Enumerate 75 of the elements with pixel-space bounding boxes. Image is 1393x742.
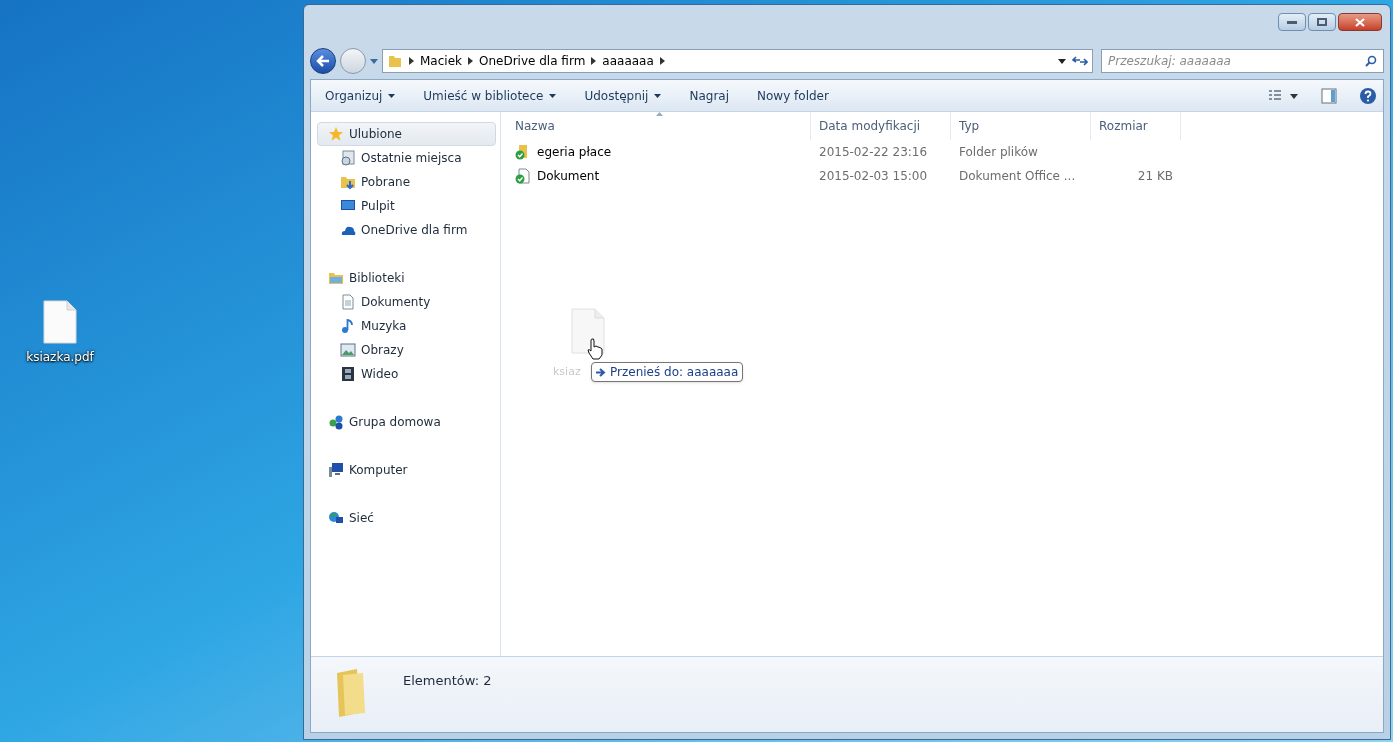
help-icon[interactable] bbox=[1359, 86, 1377, 105]
toolbar-button[interactable]: Nowy folder bbox=[749, 83, 837, 108]
dragged-file-icon bbox=[571, 308, 605, 354]
toolbar-button[interactable]: Nagraj bbox=[681, 83, 738, 108]
column-header[interactable]: Typ bbox=[951, 112, 1091, 140]
chevron-icon bbox=[409, 57, 414, 65]
hand-cursor-icon bbox=[587, 338, 603, 360]
file-name[interactable]: ksiazka.pdf bbox=[26, 348, 94, 366]
address-bar[interactable]: Maciek OneDrive dla firm aaaaaaa bbox=[382, 49, 1093, 73]
dropdown-caret-icon[interactable] bbox=[1058, 58, 1066, 64]
search-field[interactable]: Przeszukaj: aaaaaaa bbox=[1101, 49, 1384, 73]
chevron-icon bbox=[591, 57, 597, 65]
sidebar-item[interactable]: Dokumenty bbox=[317, 290, 496, 314]
caret-icon bbox=[388, 93, 396, 98]
refresh-icon[interactable] bbox=[1072, 54, 1088, 68]
sidebar-item[interactable]: Biblioteki bbox=[317, 266, 496, 290]
maximize-button[interactable] bbox=[1308, 13, 1336, 31]
sidebar-item[interactable]: Pulpit bbox=[317, 194, 496, 218]
breadcrumb[interactable]: aaaaaaa bbox=[602, 52, 654, 70]
table-cell-text: Dokument Office ... bbox=[958, 168, 1077, 185]
picture-icon bbox=[340, 342, 356, 358]
file-icon bbox=[43, 300, 77, 344]
download-folder-icon bbox=[340, 174, 356, 190]
computer-icon bbox=[328, 462, 344, 478]
sidebar-item[interactable]: Komputer bbox=[317, 458, 496, 482]
sidebar-item[interactable]: Grupa domowa bbox=[317, 410, 496, 434]
item-count: Elementów: 2 bbox=[403, 672, 492, 690]
library-folder-icon bbox=[328, 270, 344, 286]
caret-icon bbox=[549, 93, 557, 98]
sidebar-item[interactable]: Pobrane bbox=[317, 170, 496, 194]
back-arrow-icon bbox=[316, 55, 330, 67]
sidebar-item[interactable]: OneDrive dla firm bbox=[317, 218, 496, 242]
sidebar-item[interactable]: Obrazy bbox=[317, 338, 496, 362]
music-note-icon bbox=[340, 318, 356, 334]
clock-document-icon bbox=[340, 150, 356, 166]
file-name[interactable]: Dokument bbox=[537, 167, 600, 185]
sidebar-item[interactable]: Wideo bbox=[317, 362, 496, 386]
table-cell-text: 2015-02-03 15:00 bbox=[818, 168, 929, 185]
close-icon bbox=[1355, 17, 1365, 27]
globe-computer-icon bbox=[328, 510, 344, 526]
synced-document-icon bbox=[515, 168, 531, 184]
toolbar-button[interactable]: Udostępnij bbox=[576, 83, 670, 108]
toolbar-button[interactable]: Organizuj bbox=[317, 83, 404, 108]
column-header[interactable]: Rozmiar bbox=[1091, 112, 1181, 140]
folder-icon bbox=[387, 53, 403, 69]
star-icon bbox=[328, 126, 344, 142]
chevron-icon bbox=[659, 57, 665, 65]
breadcrumb[interactable]: Maciek bbox=[420, 52, 462, 70]
chevron-icon bbox=[468, 57, 473, 65]
preview-pane-icon[interactable] bbox=[1321, 87, 1337, 104]
table-cell-text: Folder plików bbox=[958, 144, 1039, 161]
breadcrumb[interactable]: OneDrive dla firm bbox=[479, 52, 586, 70]
sidebar-item[interactable]: Sieć bbox=[317, 506, 496, 530]
view-options-icon[interactable] bbox=[1269, 89, 1299, 102]
close-button[interactable] bbox=[1338, 13, 1382, 31]
file-name[interactable]: egeria płace bbox=[537, 143, 612, 161]
caret-icon bbox=[654, 93, 662, 98]
column-header[interactable]: Nazwa bbox=[501, 112, 811, 140]
table-cell-text: 21 KB bbox=[1136, 168, 1174, 185]
film-icon bbox=[340, 366, 356, 382]
sidebar-item[interactable]: Muzyka bbox=[317, 314, 496, 338]
history-caret-icon[interactable] bbox=[370, 58, 378, 64]
table-cell-text: 2015-02-22 23:16 bbox=[818, 144, 929, 161]
column-header[interactable]: Data modyfikacji bbox=[811, 112, 951, 140]
minimize-button[interactable] bbox=[1278, 13, 1306, 31]
sidebar-item[interactable]: Ostatnie miejsca bbox=[317, 146, 496, 170]
back-button[interactable] bbox=[310, 48, 336, 74]
people-icon bbox=[328, 414, 344, 430]
sort-arrow-icon bbox=[655, 112, 663, 116]
arrow-icon bbox=[596, 367, 606, 377]
document-icon bbox=[340, 294, 356, 310]
search-icon bbox=[1365, 55, 1377, 67]
toolbar-button[interactable]: Umieść w bibliotece bbox=[415, 83, 565, 108]
drop-tooltip: Przenieś do: aaaaaaa bbox=[591, 362, 744, 382]
sidebar-item[interactable]: Ulubione bbox=[317, 122, 496, 146]
